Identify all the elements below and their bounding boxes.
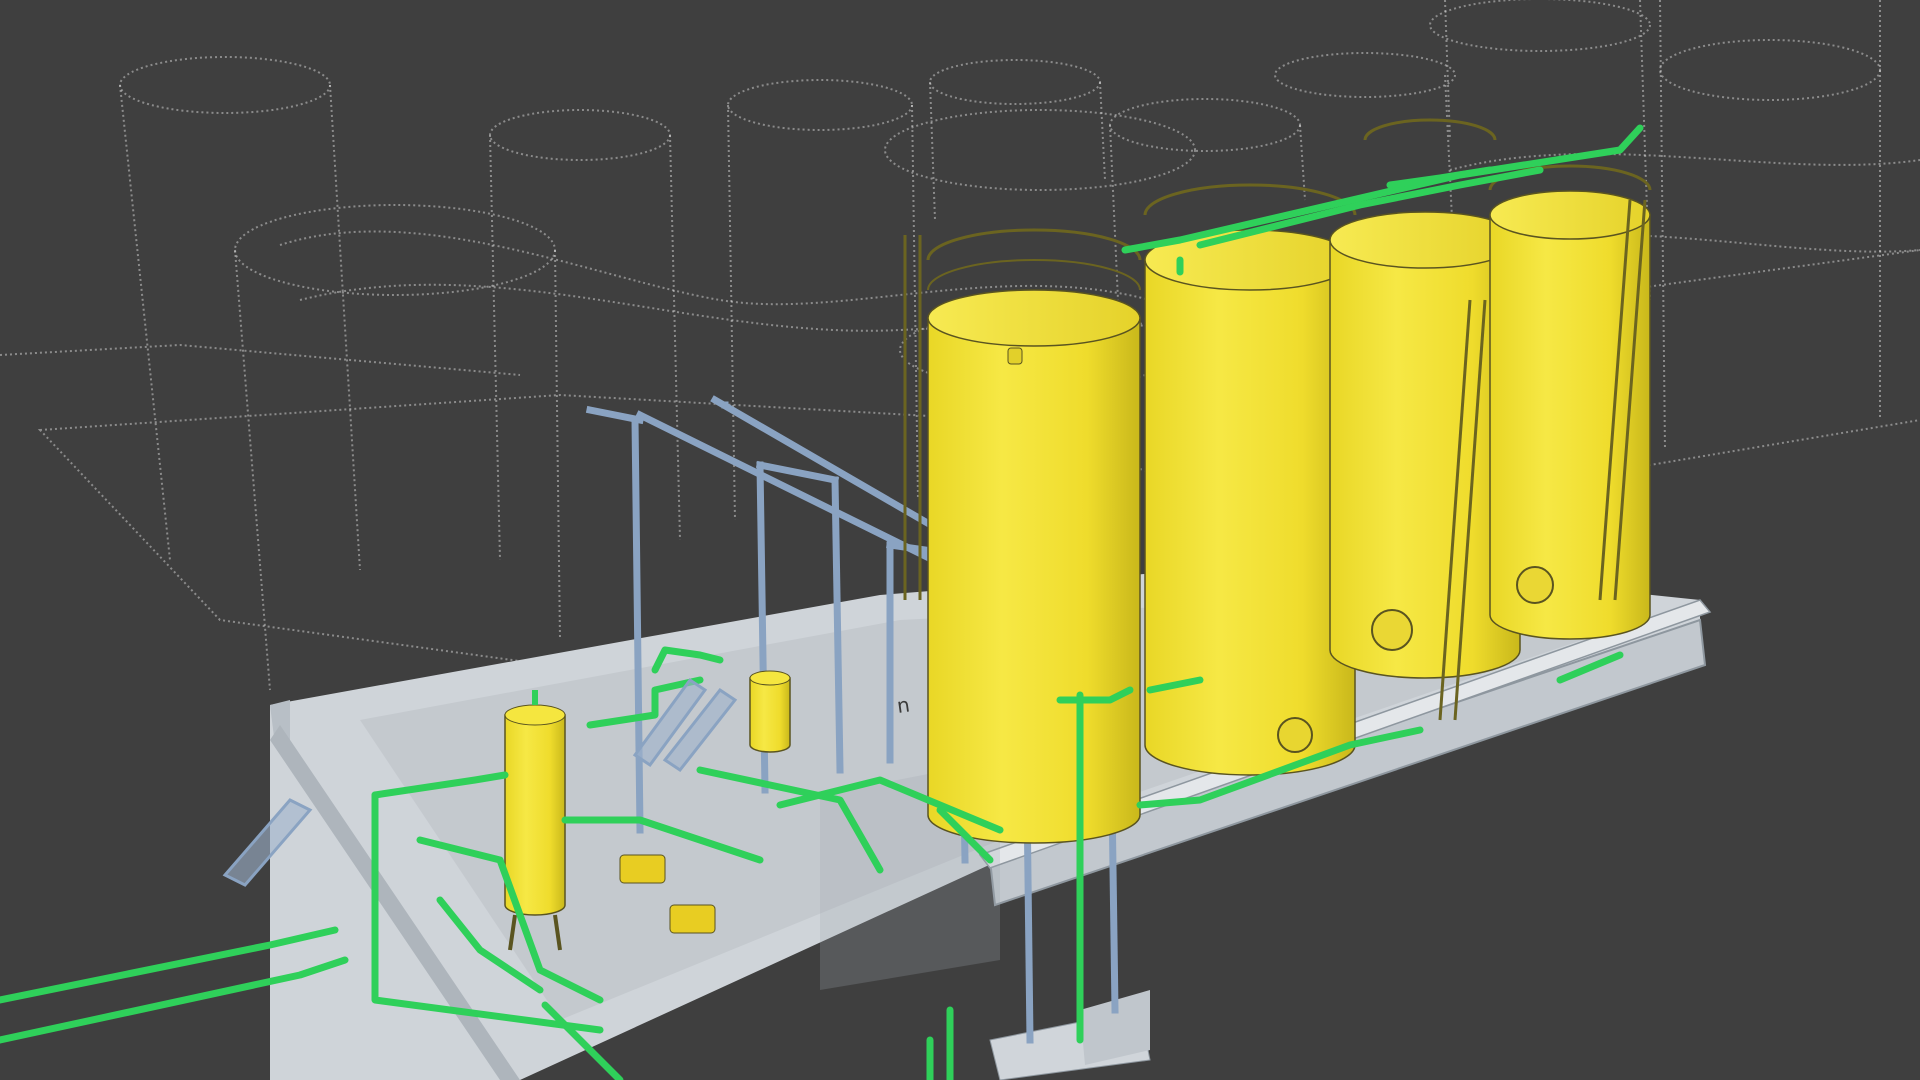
tank-handrail — [1363, 118, 1497, 141]
vertical-vessel[interactable] — [504, 690, 566, 951]
ghost-tank — [727, 79, 919, 521]
small-vessel[interactable] — [749, 670, 791, 753]
ghost-tank — [119, 56, 361, 571]
manhole-icon — [1007, 347, 1023, 365]
manhole-icon — [1371, 609, 1413, 651]
ghost-tank — [489, 109, 681, 561]
tank-handrail — [926, 228, 1142, 261]
scene-svg: n — [0, 0, 1920, 1080]
ghost-tank — [234, 204, 561, 691]
storage-tank-1[interactable] — [926, 228, 1142, 844]
ghost-tank — [929, 59, 1106, 221]
manhole-icon — [1516, 566, 1554, 604]
ghost-pipe — [0, 343, 521, 376]
ghost-tank — [1659, 0, 1881, 451]
tank-handrail — [1143, 183, 1357, 216]
manhole-icon — [1277, 717, 1313, 753]
plant-3d-scene: n — [0, 0, 1920, 1080]
